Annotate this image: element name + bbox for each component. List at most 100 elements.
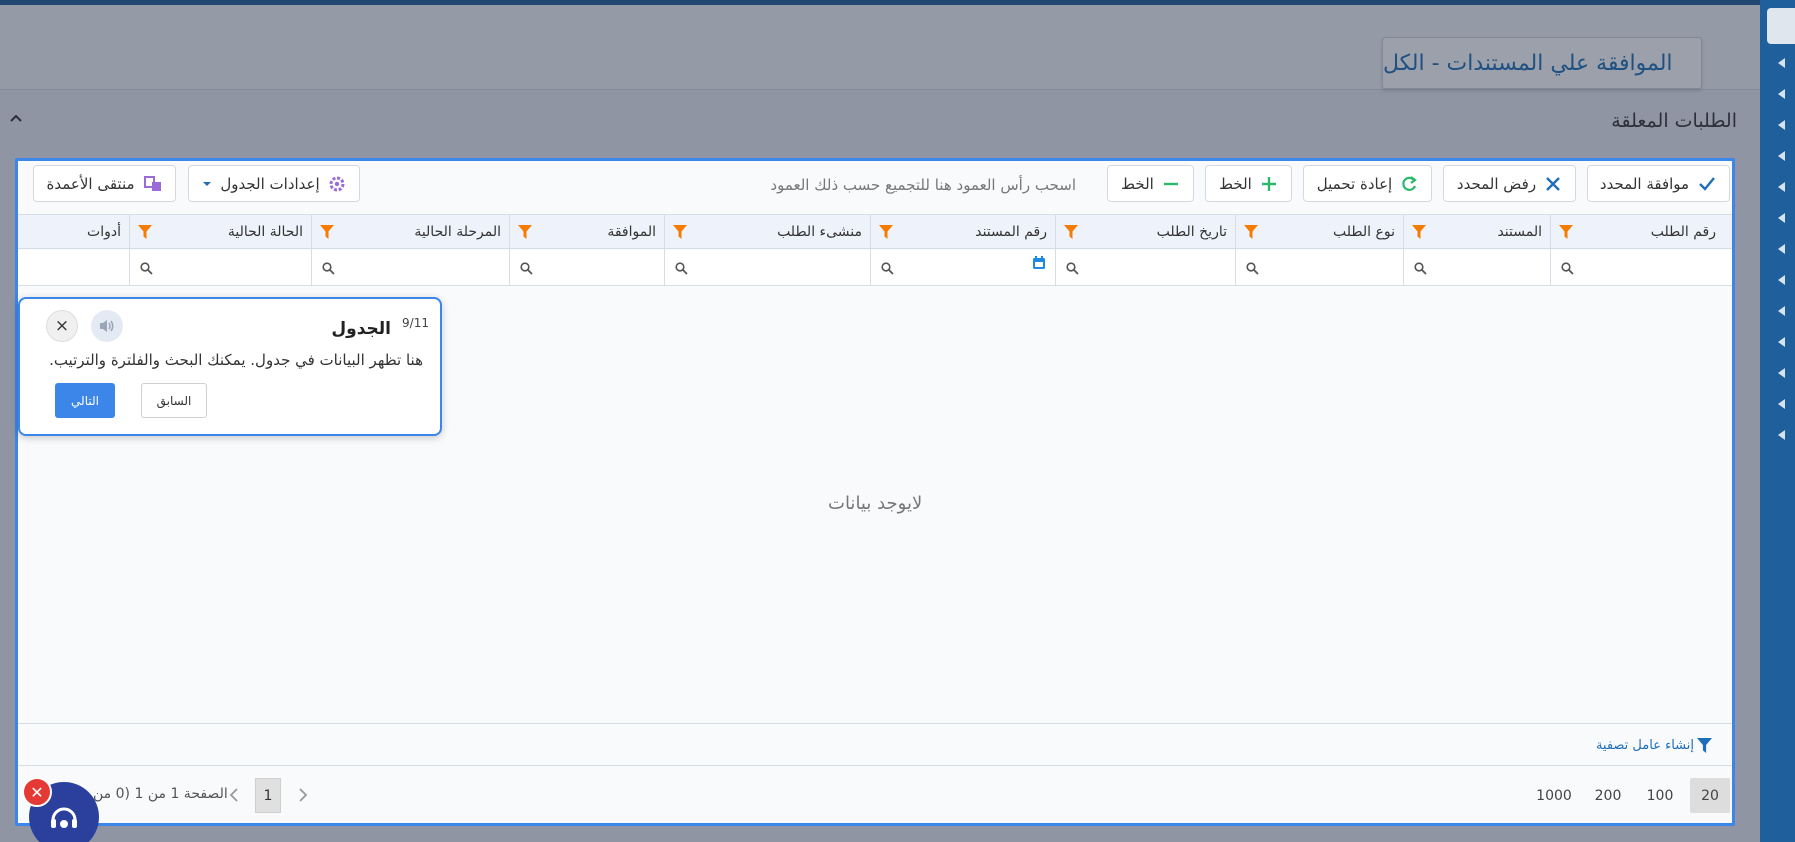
remove-row-button[interactable]: الخط xyxy=(1107,165,1194,202)
create-filter-link[interactable]: إنشاء عامل تصفية xyxy=(1596,738,1712,753)
sidebar-arrow-icon[interactable] xyxy=(1778,244,1785,254)
sidebar-arrow-icon[interactable] xyxy=(1778,213,1785,223)
column-header-label: المرحلة الحالية xyxy=(414,224,501,240)
column-chooser-label: منتقى الأعمدة xyxy=(46,174,135,193)
sidebar-arrow-icon[interactable] xyxy=(1778,58,1785,68)
column-header-label: تاريخ الطلب xyxy=(1156,224,1227,240)
search-icon xyxy=(1066,262,1079,275)
column-header-label: المستند xyxy=(1497,224,1542,240)
tour-close-button[interactable]: × xyxy=(46,310,78,342)
audio-button[interactable] xyxy=(91,310,123,342)
column-header: أدوات xyxy=(18,215,129,250)
reject-selected-button[interactable]: رفض المحدد xyxy=(1443,165,1576,202)
add-row-label: الخط xyxy=(1219,174,1252,193)
sidebar-arrow-icon[interactable] xyxy=(1778,182,1785,192)
tour-popover: 9/11 الجدول × هنا تظهر البيانات في جدول.… xyxy=(18,297,442,436)
filter-icon[interactable] xyxy=(1244,225,1258,239)
column-filter-input[interactable] xyxy=(1550,250,1724,286)
reload-button[interactable]: إعادة تحميل xyxy=(1303,165,1432,202)
filter-icon[interactable] xyxy=(518,225,532,239)
column-header-label: نوع الطلب xyxy=(1333,224,1395,240)
page-number-button[interactable]: 1 xyxy=(255,778,281,813)
dismiss-help-icon[interactable]: ✕ xyxy=(22,777,52,807)
column-header[interactable]: رقم المستند xyxy=(870,215,1055,250)
column-header[interactable]: المستند xyxy=(1403,215,1550,250)
tour-body: هنا تظهر البيانات في جدول. يمكنك البحث و… xyxy=(49,351,423,369)
chevron-right-icon[interactable] xyxy=(298,787,308,803)
chevron-left-icon[interactable] xyxy=(229,787,239,803)
search-icon xyxy=(322,262,335,275)
column-header[interactable]: رقم الطلب xyxy=(1550,215,1724,250)
column-filter-input[interactable] xyxy=(311,250,509,286)
filter-icon[interactable] xyxy=(1559,225,1573,239)
group-panel-hint: اسحب رأس العمود هنا للتجميع حسب ذلك العم… xyxy=(770,176,1076,194)
page-size-option[interactable]: 200 xyxy=(1588,778,1628,813)
sidebar-arrow-icon[interactable] xyxy=(1778,89,1785,99)
table-header-row: رقم الطلب المستند نوع الطلب تاريخ الطلب … xyxy=(18,214,1732,250)
gear-icon xyxy=(329,176,345,191)
approve-selected-button[interactable]: موافقة المحدد xyxy=(1587,165,1730,202)
column-header[interactable]: الموافقة xyxy=(509,215,664,250)
column-header[interactable]: الحالة الحالية xyxy=(129,215,311,250)
column-header[interactable]: تاريخ الطلب xyxy=(1055,215,1235,250)
table-settings-label: إعدادات الجدول xyxy=(220,174,320,193)
column-filter-input[interactable] xyxy=(1055,250,1235,286)
search-icon xyxy=(675,262,688,275)
column-filter-input[interactable] xyxy=(870,250,1055,286)
table-settings-dropdown[interactable]: إعدادات الجدول xyxy=(188,165,360,202)
tour-next-button[interactable]: التالي xyxy=(55,383,115,418)
remove-row-label: الخط xyxy=(1121,174,1154,193)
column-header-label: أدوات xyxy=(87,224,121,240)
column-filter-empty xyxy=(18,250,129,286)
column-filter-input[interactable] xyxy=(1403,250,1550,286)
sidebar-arrow-icon[interactable] xyxy=(1778,399,1785,409)
search-icon xyxy=(140,262,153,275)
page-size-option[interactable]: 100 xyxy=(1640,778,1680,813)
page-size-option[interactable]: 1000 xyxy=(1530,778,1578,813)
sidebar-arrow-icon[interactable] xyxy=(1778,306,1785,316)
add-row-button[interactable]: الخط xyxy=(1205,165,1292,202)
column-filter-input[interactable] xyxy=(1235,250,1403,286)
calendar-icon[interactable] xyxy=(1032,256,1046,270)
column-header-label: الموافقة xyxy=(607,224,656,240)
approve-selected-label: موافقة المحدد xyxy=(1599,174,1690,193)
tour-title: الجدول xyxy=(331,319,391,339)
filter-icon[interactable] xyxy=(320,225,334,239)
filter-icon[interactable] xyxy=(138,225,152,239)
column-header[interactable]: المرحلة الحالية xyxy=(311,215,509,250)
filter-icon[interactable] xyxy=(879,225,893,239)
sidebar-arrow-icon[interactable] xyxy=(1778,368,1785,378)
column-filter-input[interactable] xyxy=(129,250,311,286)
search-icon xyxy=(1561,262,1574,275)
no-data-message: لايوجد بيانات xyxy=(828,493,923,514)
column-chooser-button[interactable]: منتقى الأعمدة xyxy=(33,165,176,202)
filter-icon xyxy=(1697,738,1712,753)
grid-toolbar: موافقة المحدد رفض المحدد إعادة تحميل الخ… xyxy=(18,161,1732,213)
sidebar-arrow-icon[interactable] xyxy=(1778,275,1785,285)
filter-icon[interactable] xyxy=(673,225,687,239)
sidebar-arrow-icon[interactable] xyxy=(1778,120,1785,130)
close-icon xyxy=(1546,176,1560,191)
check-icon xyxy=(1699,176,1716,191)
data-grid: موافقة المحدد رفض المحدد إعادة تحميل الخ… xyxy=(15,158,1735,826)
filter-icon[interactable] xyxy=(1412,225,1426,239)
sidebar-arrow-icon[interactable] xyxy=(1778,151,1785,161)
column-header[interactable]: منشىء الطلب xyxy=(664,215,870,250)
tour-step-counter: 9/11 xyxy=(402,316,429,330)
reload-label: إعادة تحميل xyxy=(1316,174,1393,193)
column-filter-input[interactable] xyxy=(664,250,870,286)
filter-icon[interactable] xyxy=(1064,225,1078,239)
search-icon xyxy=(881,262,894,275)
sidebar-arrow-icon[interactable] xyxy=(1778,430,1785,440)
page-info: الصفحة 1 من 1 (0 من xyxy=(93,786,228,802)
sidebar-arrow-icon[interactable] xyxy=(1778,337,1785,347)
column-filter-input[interactable] xyxy=(509,250,664,286)
sidebar-toggle[interactable] xyxy=(1767,8,1795,44)
column-header[interactable]: نوع الطلب xyxy=(1235,215,1403,250)
page-size-option[interactable]: 20 xyxy=(1690,778,1730,813)
columns-icon xyxy=(143,175,161,191)
reject-selected-label: رفض المحدد xyxy=(1456,174,1537,193)
speaker-icon xyxy=(100,320,114,332)
caret-down-icon xyxy=(203,181,212,186)
tour-prev-button[interactable]: السابق xyxy=(141,383,207,418)
